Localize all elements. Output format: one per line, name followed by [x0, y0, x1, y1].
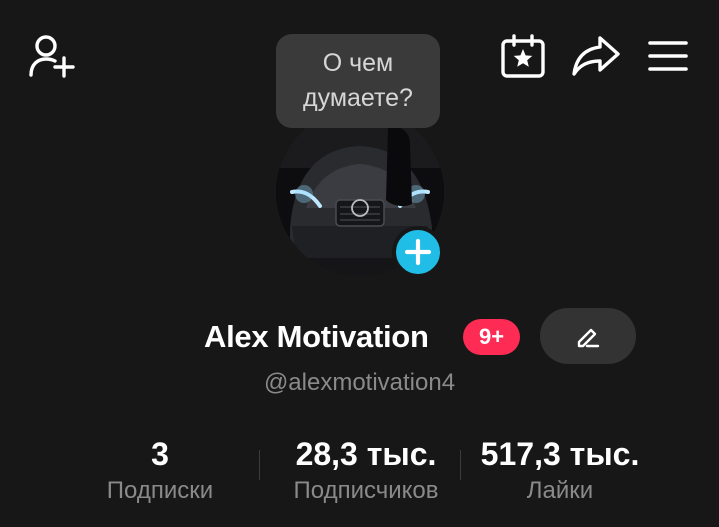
following-label: Подписки [106, 477, 214, 504]
likes-count: 517,3 тыс. [480, 436, 640, 472]
profile-stats: 3 Подписки 28,3 тыс. Подписчиков 517,3 т… [60, 432, 660, 512]
username: @alexmotivation4 [263, 369, 456, 396]
following-count: 3 [151, 436, 169, 472]
likes-stat[interactable]: 517,3 тыс. Лайки [470, 432, 650, 506]
pencil-icon [577, 328, 600, 348]
profile-name-row: Alex Motivation 9+ [0, 307, 719, 365]
profile-screen: О чем думаете? Alex Motivation 9+ @alexm… [0, 0, 719, 527]
hamburger-menu-icon [648, 41, 688, 71]
following-stat[interactable]: 3 Подписки [78, 432, 242, 506]
followers-count: 28,3 тыс. [295, 436, 437, 472]
display-name: Alex Motivation [204, 319, 429, 354]
share-button[interactable] [570, 32, 622, 80]
calendar-star-icon [501, 34, 545, 78]
stats-divider [259, 450, 260, 480]
add-user-icon [29, 35, 75, 78]
menu-button[interactable] [644, 32, 692, 80]
likes-label: Лайки [526, 477, 594, 504]
add-story-button[interactable] [392, 226, 444, 278]
followers-stat[interactable]: 28,3 тыс. Подписчиков [266, 432, 466, 506]
followers-label: Подписчиков [293, 477, 439, 504]
share-arrow-icon [572, 36, 620, 76]
status-prompt-bubble[interactable]: О чем думаете? [276, 34, 440, 128]
add-friend-button[interactable] [26, 32, 78, 80]
plus-icon [404, 238, 432, 266]
status-prompt-text: О чем думаете? [303, 49, 413, 112]
calendar-button[interactable] [499, 32, 547, 80]
notification-badge[interactable]: 9+ [463, 319, 520, 355]
stats-divider [460, 450, 461, 480]
edit-profile-button[interactable] [540, 308, 636, 364]
